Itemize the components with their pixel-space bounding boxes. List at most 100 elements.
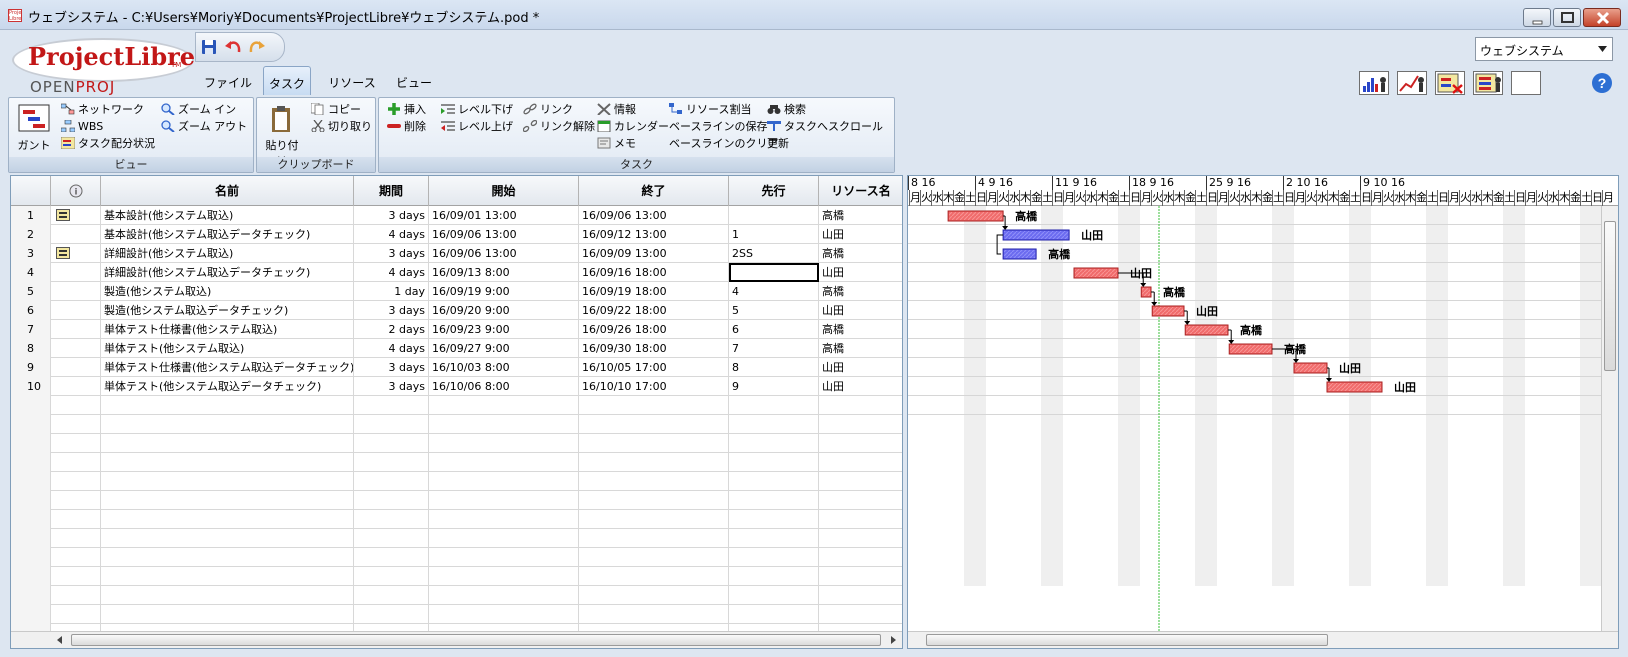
row-indicator-cell[interactable]	[51, 396, 101, 415]
redo-button[interactable]	[248, 38, 268, 58]
task-predecessors-cell[interactable]	[729, 415, 819, 434]
task-duration-cell[interactable]	[354, 491, 429, 510]
row-number-cell[interactable]: 5	[11, 282, 51, 301]
minimize-button[interactable]	[1523, 8, 1551, 27]
task-resource-cell[interactable]	[819, 529, 902, 548]
task-resource-cell[interactable]	[819, 605, 902, 624]
task-predecessors-cell[interactable]: 1	[729, 225, 819, 244]
task-resource-cell[interactable]: 高橋	[819, 282, 902, 301]
task-start-cell[interactable]	[429, 510, 579, 529]
task-start-cell[interactable]: 16/09/20 9:00	[429, 301, 579, 320]
task-predecessors-cell[interactable]: 4	[729, 282, 819, 301]
task-start-cell[interactable]	[429, 472, 579, 491]
task-duration-cell[interactable]	[354, 453, 429, 472]
row-number-cell[interactable]: 1	[11, 206, 51, 225]
task-name-cell[interactable]	[101, 415, 354, 434]
task-duration-cell[interactable]	[354, 434, 429, 453]
row-number-cell[interactable]: 3	[11, 244, 51, 263]
task-name-cell[interactable]	[101, 434, 354, 453]
task-name-cell[interactable]: 製造(他システム取込データチェック)	[101, 301, 354, 320]
row-number-cell[interactable]	[11, 529, 51, 548]
zoom-out-button[interactable]: ズーム アウト	[161, 119, 247, 135]
row-indicator-cell[interactable]	[51, 548, 101, 567]
table-row[interactable]: 7 単体テスト仕様書(他システム取込) 2 days 16/09/23 9:00 16/…	[11, 320, 902, 339]
table-horizontal-scrollbar[interactable]	[11, 631, 902, 648]
row-number-cell[interactable]	[11, 434, 51, 453]
task-name-cell[interactable]: 単体テスト(他システム取込データチェック)	[101, 377, 354, 396]
calendar-button[interactable]: カレンダー	[597, 119, 669, 135]
table-scrollbar-thumb[interactable]	[71, 634, 881, 646]
column-header-row-number[interactable]	[11, 176, 51, 206]
unlink-button[interactable]: リンク解除	[523, 119, 595, 135]
row-number-cell[interactable]: 2	[11, 225, 51, 244]
column-header-predecessors[interactable]: 先行	[729, 176, 819, 206]
column-header-indicators[interactable]: i	[51, 176, 101, 206]
maximize-button[interactable]	[1553, 8, 1581, 27]
row-number-cell[interactable]	[11, 605, 51, 624]
row-number-cell[interactable]: 10	[11, 377, 51, 396]
task-duration-cell[interactable]: 3 days	[354, 377, 429, 396]
task-predecessors-cell[interactable]	[729, 567, 819, 586]
task-duration-cell[interactable]	[354, 472, 429, 491]
task-predecessors-cell[interactable]	[729, 491, 819, 510]
task-name-cell[interactable]: 基本設計(他システム取込)	[101, 206, 354, 225]
table-row[interactable]	[11, 415, 902, 434]
task-predecessors-cell[interactable]	[729, 605, 819, 624]
row-number-cell[interactable]: 9	[11, 358, 51, 377]
row-number-cell[interactable]	[11, 396, 51, 415]
task-name-cell[interactable]	[101, 396, 354, 415]
table-row[interactable]: 1 基本設計(他システム取込) 3 days 16/09/01 13:00 16/09/…	[11, 206, 902, 225]
remove-assignment-button[interactable]	[1435, 71, 1465, 95]
task-name-cell[interactable]	[101, 529, 354, 548]
task-predecessors-cell[interactable]	[729, 529, 819, 548]
task-name-cell[interactable]	[101, 548, 354, 567]
task-predecessors-cell[interactable]	[729, 510, 819, 529]
task-duration-cell[interactable]: 3 days	[354, 301, 429, 320]
task-name-cell[interactable]	[101, 510, 354, 529]
indent-button[interactable]: レベル下げ	[441, 102, 513, 118]
gantt-button[interactable]: ガント	[15, 104, 53, 154]
table-row[interactable]	[11, 396, 902, 415]
table-row[interactable]	[11, 605, 902, 624]
task-predecessors-cell[interactable]	[729, 396, 819, 415]
row-indicator-cell[interactable]	[51, 282, 101, 301]
task-name-cell[interactable]: 基本設計(他システム取込データチェック)	[101, 225, 354, 244]
task-duration-cell[interactable]	[354, 510, 429, 529]
task-start-cell[interactable]: 16/09/06 13:00	[429, 225, 579, 244]
row-indicator-cell[interactable]	[51, 301, 101, 320]
table-row[interactable]	[11, 586, 902, 605]
task-resource-cell[interactable]	[819, 472, 902, 491]
task-finish-cell[interactable]: 16/09/12 13:00	[579, 225, 729, 244]
task-resource-cell[interactable]	[819, 434, 902, 453]
tab-task[interactable]: タスク	[263, 66, 311, 95]
table-row[interactable]: 5 製造(他システム取込) 1 day 16/09/19 9:00 16/09/19 1…	[11, 282, 902, 301]
undo-button[interactable]	[224, 38, 244, 58]
task-resource-cell[interactable]: 高橋	[819, 244, 902, 263]
row-indicator-cell[interactable]	[51, 320, 101, 339]
task-name-cell[interactable]: 詳細設計(他システム取込)	[101, 244, 354, 263]
table-row[interactable]	[11, 510, 902, 529]
task-start-cell[interactable]: 16/09/19 9:00	[429, 282, 579, 301]
task-usage-view-button[interactable]: タスク配分状況	[61, 136, 155, 152]
network-button[interactable]: ネットワーク	[61, 102, 144, 118]
notes-button[interactable]: メモ	[597, 136, 636, 152]
task-start-cell[interactable]	[429, 415, 579, 434]
task-start-cell[interactable]	[429, 491, 579, 510]
task-predecessors-cell[interactable]: 2SS	[729, 244, 819, 263]
tab-file[interactable]: ファイル	[200, 66, 256, 95]
row-number-cell[interactable]	[11, 472, 51, 491]
project-selector[interactable]: ウェブシステム	[1475, 37, 1613, 61]
task-resource-cell[interactable]: 山田	[819, 358, 902, 377]
task-finish-cell[interactable]: 16/09/16 18:00	[579, 263, 729, 282]
task-duration-cell[interactable]	[354, 567, 429, 586]
task-resource-cell[interactable]	[819, 415, 902, 434]
task-duration-cell[interactable]	[354, 396, 429, 415]
task-finish-cell[interactable]	[579, 529, 729, 548]
task-predecessors-cell[interactable]	[729, 453, 819, 472]
row-indicator-cell[interactable]	[51, 434, 101, 453]
task-predecessors-cell[interactable]: 9	[729, 377, 819, 396]
row-indicator-cell[interactable]	[51, 206, 101, 225]
task-resource-cell[interactable]	[819, 567, 902, 586]
task-finish-cell[interactable]	[579, 605, 729, 624]
task-finish-cell[interactable]: 16/10/05 17:00	[579, 358, 729, 377]
